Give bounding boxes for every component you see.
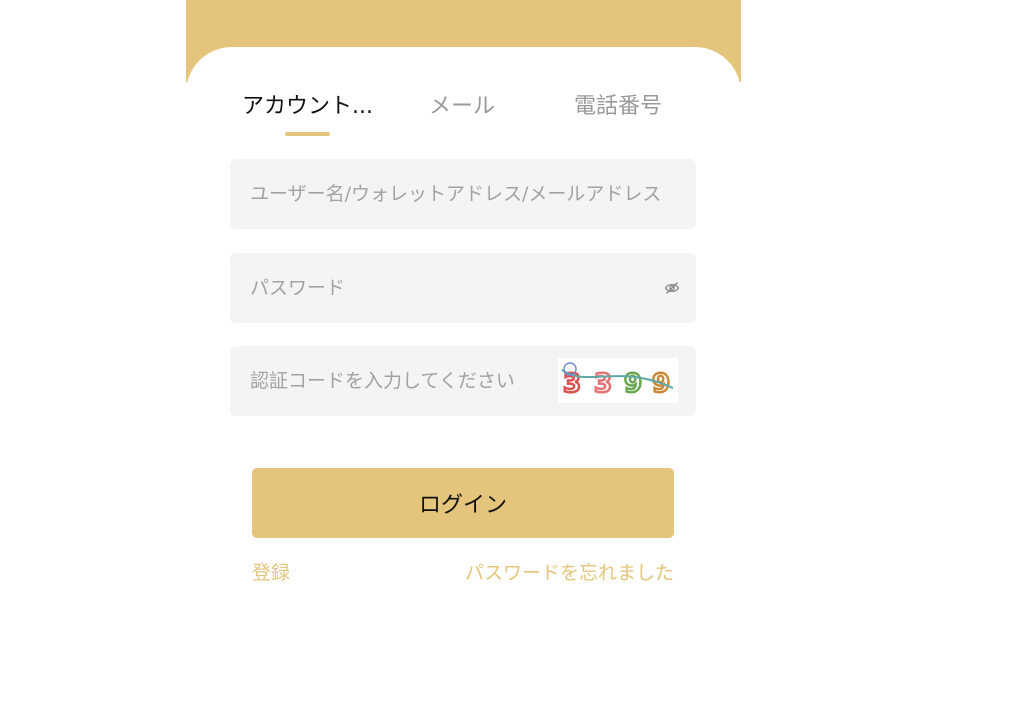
register-link[interactable]: 登録 [252,558,290,588]
captcha-text: 3 3 9 9 [562,368,672,401]
captcha-image[interactable]: 3 3 9 9 [558,358,678,403]
username-input[interactable] [230,159,696,229]
password-input[interactable] [230,253,696,323]
password-field [230,253,696,323]
login-panel: アカウント... メール 電話番号 3 3 9 9 [186,0,741,701]
forgot-password-link[interactable]: パスワードを忘れました [465,558,674,588]
tab-phone[interactable]: 電話番号 [566,90,670,130]
login-method-tabs: アカウント... メール 電話番号 [186,90,741,140]
login-button[interactable]: ログイン [252,468,674,538]
tab-email[interactable]: メール [422,90,502,130]
svg-text:3: 3 [594,369,612,399]
eye-slash-icon[interactable] [664,280,680,296]
active-tab-indicator [285,132,330,136]
svg-text:9: 9 [624,369,642,399]
tab-account[interactable]: アカウント... [230,90,385,130]
captcha-field: 3 3 9 9 [230,346,696,416]
username-field [230,159,696,229]
